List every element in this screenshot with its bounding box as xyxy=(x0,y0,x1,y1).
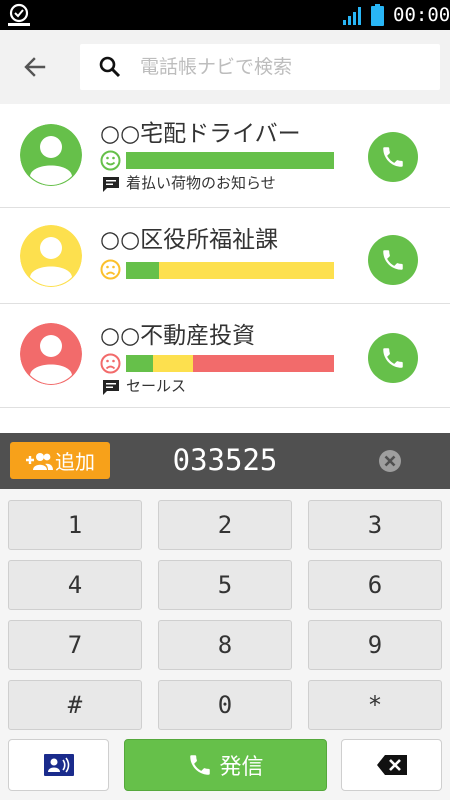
key-5[interactable]: 5 xyxy=(158,560,292,610)
rating-bar xyxy=(126,262,334,279)
arrow-left-icon[interactable] xyxy=(20,52,50,82)
key-1[interactable]: 1 xyxy=(8,500,142,550)
rating-segment-good xyxy=(126,152,334,169)
phone-icon xyxy=(383,250,403,270)
key-star[interactable]: * xyxy=(308,680,442,730)
rating-segment-neutral xyxy=(159,262,334,279)
key-0[interactable]: 0 xyxy=(158,680,292,730)
number-bar: 追加 033525 xyxy=(0,433,450,489)
backspace-button[interactable] xyxy=(341,739,442,791)
dial-button[interactable]: 発信 xyxy=(124,739,327,791)
rating-segment-good xyxy=(126,355,154,372)
rating-bar xyxy=(126,355,334,372)
key-8[interactable]: 8 xyxy=(158,620,292,670)
rating-segment-bad xyxy=(192,355,334,372)
key-3[interactable]: 3 xyxy=(308,500,442,550)
call-button[interactable] xyxy=(368,132,418,182)
contacts-book-button[interactable] xyxy=(8,739,109,791)
frown-face-icon xyxy=(100,353,121,374)
contact-name: ○○区役所福祉課 xyxy=(100,227,279,253)
person-icon xyxy=(20,225,82,287)
search-header xyxy=(0,30,450,104)
key-hash[interactable]: # xyxy=(8,680,142,730)
frown-face-icon xyxy=(100,259,121,280)
backspace-icon xyxy=(376,755,407,775)
status-bar: 00:00 xyxy=(0,0,450,30)
avatar xyxy=(20,124,82,186)
person-icon xyxy=(20,124,82,186)
clear-circle-icon[interactable] xyxy=(378,449,402,473)
rating-bar xyxy=(126,152,334,169)
call-button[interactable] xyxy=(368,235,418,285)
search-input[interactable] xyxy=(140,44,430,90)
key-6[interactable]: 6 xyxy=(308,560,442,610)
rating-segment-neutral xyxy=(153,355,193,372)
dialed-number: 033525 xyxy=(172,443,278,477)
contact-list: ○○宅配ドライバー 着払い荷物のお知らせ ○○区役所福祉課 ○○不動産投資 セー… xyxy=(0,104,450,433)
contact-row[interactable]: ○○区役所福祉課 xyxy=(0,208,450,304)
status-time: 00:00 xyxy=(393,4,450,26)
phone-icon xyxy=(383,147,403,167)
dial-button-label: 発信 xyxy=(219,755,264,780)
contact-note: 着払い荷物のお知らせ xyxy=(126,174,276,192)
signal-icon xyxy=(343,7,361,25)
phone-icon xyxy=(190,755,211,775)
key-2[interactable]: 2 xyxy=(158,500,292,550)
key-4[interactable]: 4 xyxy=(8,560,142,610)
dial-keypad: 1 2 3 4 5 6 7 8 9 # 0 * 発信 xyxy=(0,489,450,800)
search-box[interactable] xyxy=(80,44,440,90)
add-people-icon xyxy=(26,452,53,470)
rating-segment-good xyxy=(126,262,160,279)
key-9[interactable]: 9 xyxy=(308,620,442,670)
key-7[interactable]: 7 xyxy=(8,620,142,670)
person-icon xyxy=(20,323,82,385)
contact-name: ○○不動産投資 xyxy=(100,323,256,349)
battery-icon xyxy=(371,4,384,26)
message-icon xyxy=(103,380,119,395)
add-button-label: 追加 xyxy=(55,450,95,474)
magnifier-icon xyxy=(99,56,121,78)
call-button[interactable] xyxy=(368,333,418,383)
contact-note: セールス xyxy=(126,377,187,395)
avatar xyxy=(20,323,82,385)
contact-row[interactable]: ○○不動産投資 セールス xyxy=(0,304,450,408)
contact-row[interactable]: ○○宅配ドライバー 着払い荷物のお知らせ xyxy=(0,104,450,208)
add-contact-button[interactable]: 追加 xyxy=(10,442,110,479)
phone-icon xyxy=(383,348,403,368)
avatar xyxy=(20,225,82,287)
app-notification-icon xyxy=(8,3,30,26)
contact-name: ○○宅配ドライバー xyxy=(100,121,301,147)
contacts-book-icon xyxy=(43,754,74,776)
message-icon xyxy=(103,177,119,192)
smile-face-icon xyxy=(100,150,121,171)
